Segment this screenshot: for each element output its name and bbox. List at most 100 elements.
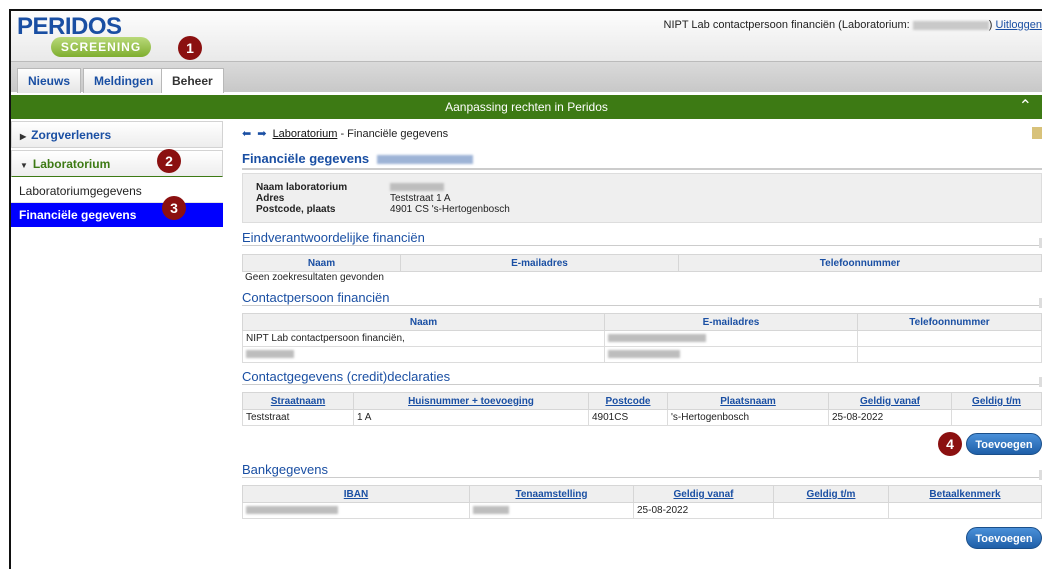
- column-header-sortable[interactable]: Geldig t/m: [951, 392, 1042, 410]
- empty-result-text: Geen zoekresultaten gevonden: [245, 272, 384, 283]
- column-header-sortable[interactable]: Geldig vanaf: [633, 485, 774, 503]
- cell-betaalkenmerk: [888, 502, 1042, 519]
- cell-huisnummer: 1 A: [353, 409, 589, 426]
- caret-down-icon: ▼: [20, 161, 28, 170]
- cell-plaatsnaam: 's-Hertogenbosch: [667, 409, 829, 426]
- column-header-sortable[interactable]: Plaatsnaam: [667, 392, 829, 410]
- cell-geldig-vanaf: 25-08-2022: [828, 409, 952, 426]
- info-value: [390, 182, 444, 193]
- lab-info-box: Naam laboratorium Adres Teststraat 1 A P…: [242, 173, 1042, 223]
- cell-postcode: 4901CS: [588, 409, 668, 426]
- step-badge-1: 1: [178, 36, 202, 60]
- column-header-sortable[interactable]: Postcode: [588, 392, 668, 410]
- info-label: Naam laboratorium: [256, 182, 348, 193]
- app-logo: PERIDOS: [17, 13, 122, 40]
- table-row[interactable]: NIPT Lab contactpersoon financiën,: [242, 330, 1042, 347]
- cell-email: [604, 346, 858, 363]
- step-badge-3: 3: [162, 196, 186, 220]
- cell-telefoon: [857, 330, 1042, 347]
- divider: [242, 305, 1042, 306]
- column-header[interactable]: Telefoonnummer: [678, 254, 1042, 272]
- step-badge-4: 4: [938, 432, 962, 456]
- column-header-sortable[interactable]: Betaalkenmerk: [888, 485, 1042, 503]
- sidebar-item-zorgverleners[interactable]: ▶ Zorgverleners: [11, 121, 223, 148]
- sidebar-item-laboratorium[interactable]: ▼ Laboratorium: [11, 150, 223, 177]
- tab-beheer[interactable]: Beheer: [161, 68, 224, 93]
- eindverantwoordelijke-table: Naam E-mailadres Telefoonnummer: [242, 254, 1042, 272]
- tab-bar: Nieuws Meldingen Beheer: [11, 61, 1042, 93]
- user-info: NIPT Lab contactpersoon financiën (Labor…: [664, 19, 1042, 31]
- cell-telefoon: [857, 346, 1042, 363]
- tab-meldingen[interactable]: Meldingen: [83, 68, 165, 93]
- section-title-eindverantwoordelijke: Eindverantwoordelijke financiën: [242, 230, 425, 245]
- cell-geldig-tm: [773, 502, 889, 519]
- sidebar-item-label: Zorgverleners: [31, 128, 112, 142]
- add-declaratie-button[interactable]: Toevoegen: [966, 433, 1042, 455]
- column-header[interactable]: Telefoonnummer: [857, 313, 1042, 331]
- toolbar: [1030, 127, 1042, 142]
- add-bank-button[interactable]: Toevoegen: [966, 527, 1042, 549]
- chevron-up-icon[interactable]: ⌃: [1019, 95, 1032, 119]
- table-row[interactable]: 25-08-2022: [242, 502, 1042, 519]
- column-header-sortable[interactable]: Straatnaam: [242, 392, 354, 410]
- titlebar-text: Aanpassing rechten in Peridos: [445, 100, 608, 114]
- column-header-sortable[interactable]: Huisnummer + toevoeging: [353, 392, 589, 410]
- top-margin: [0, 0, 1042, 9]
- user-role-close: ): [988, 19, 993, 31]
- declaraties-table: Straatnaam Huisnummer + toevoeging Postc…: [242, 392, 1042, 426]
- back-arrow-icon[interactable]: ⬅: [242, 128, 251, 140]
- page-title-text: Financiële gegevens: [242, 151, 370, 166]
- divider: [242, 477, 1042, 478]
- column-header-sortable[interactable]: Geldig t/m: [773, 485, 889, 503]
- divider: [242, 245, 1042, 246]
- column-header-sortable[interactable]: Geldig vanaf: [828, 392, 952, 410]
- redacted-lab-name: [912, 20, 989, 30]
- document-icon[interactable]: [1032, 127, 1042, 139]
- column-header[interactable]: E-mailadres: [400, 254, 679, 272]
- app-logo-sub: SCREENING: [51, 37, 151, 57]
- cell-geldig-vanaf: 25-08-2022: [633, 502, 774, 519]
- cell-iban: [242, 502, 470, 519]
- forward-arrow-icon[interactable]: ➡: [257, 128, 266, 140]
- logout-link[interactable]: Uitloggen: [996, 19, 1042, 31]
- divider: [242, 384, 1042, 385]
- divider: [242, 168, 1042, 170]
- table-row[interactable]: Teststraat 1 A 4901CS 's-Hertogenbosch 2…: [242, 409, 1042, 426]
- window-border-left: [9, 9, 11, 569]
- caret-right-icon: ▶: [20, 132, 27, 141]
- column-header-sortable[interactable]: IBAN: [242, 485, 470, 503]
- sidebar-subitem-laboratoriumgegevens[interactable]: Laboratoriumgegevens: [11, 179, 223, 203]
- cell-naam: NIPT Lab contactpersoon financiën,: [242, 330, 605, 347]
- cell-straatnaam: Teststraat: [242, 409, 354, 426]
- section-titlebar: Aanpassing rechten in Peridos ⌃: [11, 95, 1042, 119]
- section-title-contactpersoon: Contactpersoon financiën: [242, 290, 390, 305]
- page-title: Financiële gegevens: [242, 151, 473, 166]
- breadcrumb-link-laboratorium[interactable]: Laboratorium: [273, 128, 338, 140]
- section-title-declaraties: Contactgegevens (credit)declaraties: [242, 369, 451, 384]
- sidebar-item-label: Laboratorium: [32, 157, 111, 171]
- info-label: Postcode, plaats: [256, 204, 336, 215]
- sidebar: ▶ Zorgverleners ▼ Laboratorium Laboratoriu…: [11, 121, 223, 227]
- redacted-title-name: [376, 155, 473, 165]
- column-header-sortable[interactable]: Tenaamstelling: [469, 485, 634, 503]
- step-badge-2: 2: [157, 149, 181, 173]
- column-header[interactable]: Naam: [242, 313, 605, 331]
- cell-tenaamstelling: [469, 502, 634, 519]
- column-header[interactable]: E-mailadres: [604, 313, 858, 331]
- bank-table: IBAN Tenaamstelling Geldig vanaf Geldig …: [242, 485, 1042, 519]
- app-header: PERIDOS SCREENING NIPT Lab contactpersoo…: [11, 11, 1042, 61]
- column-header[interactable]: Naam: [242, 254, 401, 272]
- info-value: Teststraat 1 A: [390, 193, 451, 204]
- cell-naam: [242, 346, 605, 363]
- cell-geldig-tm: [951, 409, 1042, 426]
- info-label: Adres: [256, 193, 285, 204]
- breadcrumb-current: - Financiële gegevens: [337, 128, 449, 140]
- section-title-bankgegevens: Bankgegevens: [242, 462, 329, 477]
- contactpersoon-table: Naam E-mailadres Telefoonnummer NIPT Lab…: [242, 313, 1042, 363]
- sidebar-subitem-financiele-gegevens[interactable]: Financiële gegevens: [11, 203, 223, 227]
- user-role: NIPT Lab contactpersoon financiën (Labor…: [663, 19, 910, 31]
- table-row[interactable]: [242, 346, 1042, 363]
- tab-nieuws[interactable]: Nieuws: [17, 68, 82, 93]
- cell-email: [604, 330, 858, 347]
- breadcrumb: ⬅ ➡ Laboratorium - Financiële gegevens: [242, 127, 448, 140]
